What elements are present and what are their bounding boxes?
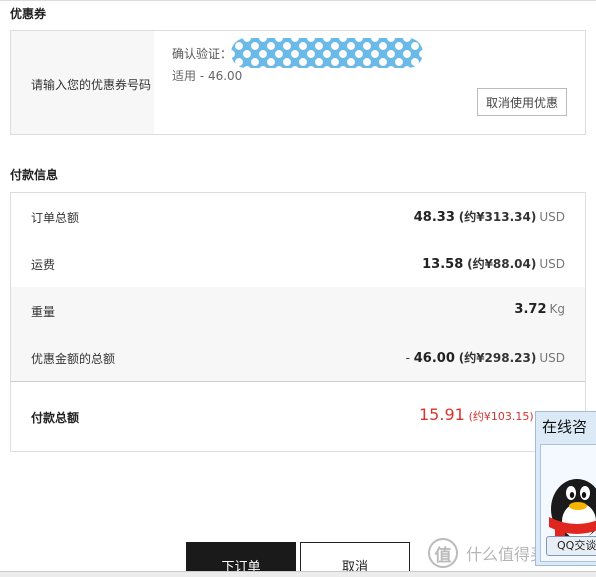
coupon-section-title: 优惠券 bbox=[10, 7, 47, 21]
shipping-value: 13.58 (约¥88.04) USD bbox=[422, 255, 565, 272]
order-total-unit: USD bbox=[539, 210, 565, 224]
site-watermark: 值 什么值得买 bbox=[428, 538, 546, 568]
coupon-applied-text: 适用 - 46.00 bbox=[172, 69, 243, 83]
order-total-cny: (约¥313.34) bbox=[458, 210, 537, 224]
coupon-input-prompt: 请输入您的优惠券号码 bbox=[31, 78, 152, 92]
weight-row: 重量 3.72 Kg bbox=[11, 287, 585, 334]
watermark-text: 什么值得买 bbox=[466, 545, 547, 564]
top-divider bbox=[0, 0, 596, 1]
discount-value: - 46.00 (约¥298.23) USD bbox=[406, 349, 565, 366]
payment-total-label: 付款总额 bbox=[31, 411, 80, 425]
qq-chat-button[interactable]: QQ交谈 bbox=[546, 536, 596, 556]
discount-prefix: - bbox=[405, 351, 414, 365]
shipping-row: 运费 13.58 (约¥88.04) USD bbox=[11, 240, 585, 287]
order-total-amount: 48.33 bbox=[413, 210, 455, 225]
coupon-panel: 请输入您的优惠券号码 确认验证： 适用 - 46.00 取消使用优惠 bbox=[10, 30, 586, 135]
watermark-logo-icon: 值 bbox=[428, 538, 458, 568]
discount-cny: (约¥298.23) bbox=[458, 351, 537, 365]
payment-section-title: 付款信息 bbox=[10, 168, 59, 182]
order-total-label: 订单总额 bbox=[31, 211, 80, 225]
discount-amount: 46.00 bbox=[413, 351, 455, 366]
cancel-coupon-button[interactable]: 取消使用优惠 bbox=[477, 88, 567, 116]
payment-panel: 订单总额 48.33 (约¥313.34) USD 运费 13.58 (约¥88.… bbox=[10, 192, 586, 452]
shipping-amount: 13.58 bbox=[422, 257, 464, 272]
weight-label: 重量 bbox=[31, 305, 56, 319]
coupon-confirm-label: 确认验证： bbox=[172, 47, 233, 61]
discount-unit: USD bbox=[539, 351, 565, 365]
total-divider bbox=[11, 381, 585, 382]
qq-consult-widget[interactable]: 在线咨 QQ交谈 bbox=[535, 411, 596, 566]
coupon-code-redaction bbox=[231, 38, 423, 68]
bottom-scrollbar[interactable] bbox=[0, 571, 596, 577]
payment-total-amount: 15.91 bbox=[419, 405, 465, 424]
coupon-input-area[interactable]: 请输入您的优惠券号码 bbox=[11, 31, 154, 134]
weight-value: 3.72 Kg bbox=[514, 302, 565, 317]
order-total-value: 48.33 (约¥313.34) USD bbox=[414, 208, 565, 225]
shipping-label: 运费 bbox=[31, 258, 56, 272]
payment-total-cny: (约¥103.15) bbox=[468, 410, 534, 423]
shipping-unit: USD bbox=[539, 257, 565, 271]
qq-widget-title: 在线咨 bbox=[542, 418, 588, 436]
shipping-cny: (约¥88.04) bbox=[467, 257, 537, 271]
weight-amount: 3.72 bbox=[514, 302, 547, 317]
order-total-row: 订单总额 48.33 (约¥313.34) USD bbox=[11, 193, 585, 240]
weight-unit: Kg bbox=[549, 302, 566, 316]
discount-label: 优惠金额的总额 bbox=[31, 352, 116, 366]
discount-row: 优惠金额的总额 - 46.00 (约¥298.23) USD bbox=[11, 334, 585, 381]
payment-total-value: 15.91 (约¥103.15) bbox=[419, 405, 534, 424]
